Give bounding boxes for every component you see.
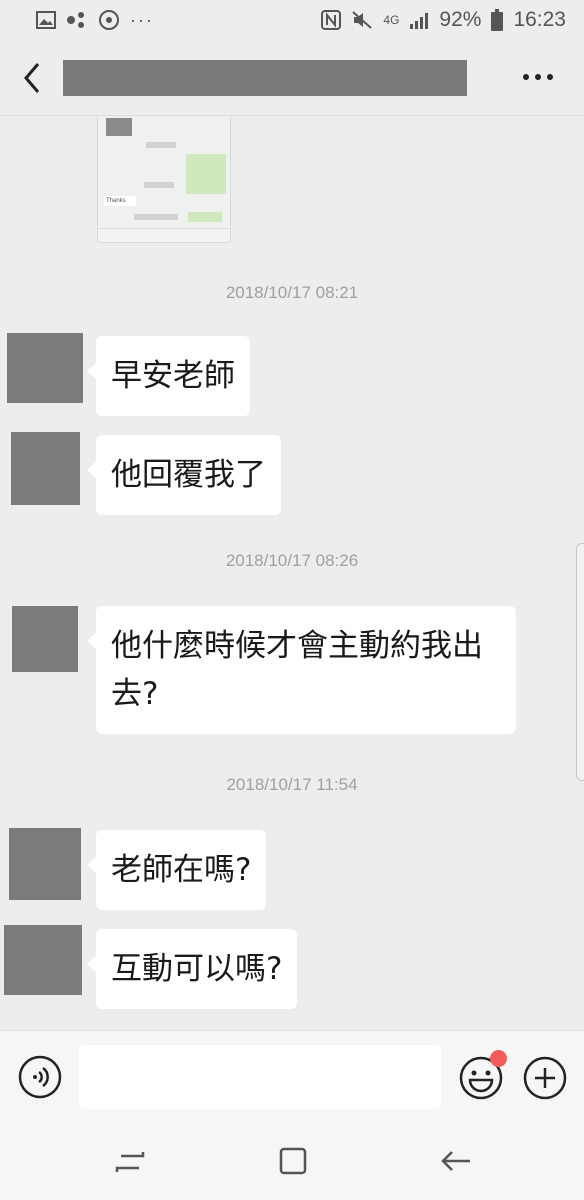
more-dots-icon: ··· [130, 9, 154, 30]
clock: 16:23 [513, 8, 566, 31]
chat-area[interactable]: Thanks 2018/10/17 08:21 早安老師 他回覆我了 2018/… [0, 117, 584, 1030]
more-horizontal-icon [523, 74, 553, 80]
nfc-icon [321, 10, 342, 30]
image-icon [36, 11, 56, 29]
timestamp: 2018/10/17 08:21 [225, 283, 359, 302]
message-bubble[interactable]: 他回覆我了 [87, 435, 281, 515]
avatar[interactable] [4, 925, 82, 995]
avatar[interactable] [11, 432, 80, 505]
chevron-left-icon [24, 63, 40, 93]
timestamp: 2018/10/17 11:54 [226, 775, 358, 794]
redacted-chat-title [63, 60, 467, 96]
voice-icon [18, 1055, 62, 1099]
thumbnail-input-bar [98, 228, 230, 242]
recent-apps-button[interactable] [113, 1146, 147, 1178]
message-bubble[interactable]: 他什麼時候才會主動約我出去? [87, 606, 516, 734]
back-icon [441, 1151, 470, 1171]
thumbnail-avatar [106, 118, 132, 136]
message-bubble[interactable]: 老師在嗎? [86, 830, 267, 910]
notification-badge [490, 1050, 507, 1067]
avatar[interactable] [12, 606, 78, 672]
voice-button[interactable] [18, 1055, 62, 1099]
status-right: 4G 92% 16:23 [321, 8, 566, 32]
network-type: 4G [383, 13, 400, 27]
message-bubble[interactable]: 互動可以嗎? [86, 929, 298, 1009]
thumbnail-line [134, 214, 178, 220]
home-icon [279, 1147, 307, 1175]
avatar[interactable] [7, 333, 83, 403]
system-back-button[interactable] [438, 1144, 474, 1178]
status-bar: ··· 4G 92% 16:23 [0, 0, 584, 40]
chat-header [0, 40, 584, 116]
battery-percent: 92% [439, 8, 482, 31]
avatar[interactable] [9, 828, 81, 900]
thumbnail-green-bubble [186, 154, 226, 194]
battery-icon [491, 9, 504, 31]
plus-circle-icon [523, 1056, 567, 1100]
more-options-button[interactable] [520, 62, 556, 92]
scroll-handle[interactable] [576, 543, 584, 781]
recent-apps-icon [115, 1152, 145, 1172]
signal-icon [410, 13, 429, 29]
back-button[interactable] [18, 60, 48, 96]
thumbnail-line [144, 182, 174, 188]
thumbnail-line [146, 142, 176, 148]
status-left: ··· [36, 9, 154, 31]
image-message-thumbnail[interactable]: Thanks [97, 117, 231, 243]
thumbnail-green-bubble [188, 212, 222, 222]
timestamp: 2018/10/17 08:26 [225, 551, 359, 570]
message-input[interactable] [79, 1045, 441, 1109]
home-button[interactable] [276, 1144, 310, 1178]
thumbnail-text: Thanks [104, 196, 136, 206]
sync-icon [99, 10, 119, 30]
dots-share-icon [67, 12, 84, 28]
message-bubble[interactable]: 早安老師 [87, 336, 250, 416]
system-nav-bar [0, 1124, 584, 1200]
more-functions-button[interactable] [522, 1055, 568, 1101]
input-bar [0, 1030, 584, 1124]
mute-icon [352, 11, 373, 29]
